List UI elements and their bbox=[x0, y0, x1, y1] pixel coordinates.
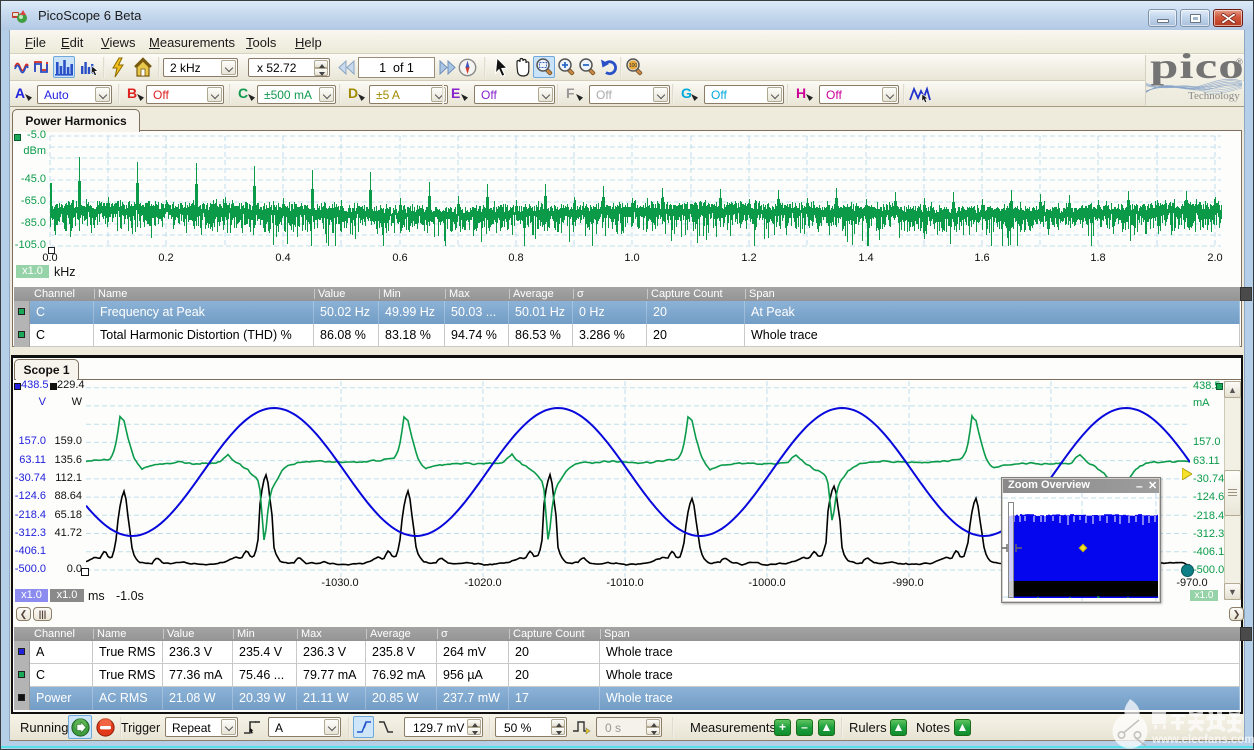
svg-text:www.elecfans.com: www.elecfans.com bbox=[1151, 734, 1254, 746]
svg-text:100: 100 bbox=[629, 63, 638, 69]
